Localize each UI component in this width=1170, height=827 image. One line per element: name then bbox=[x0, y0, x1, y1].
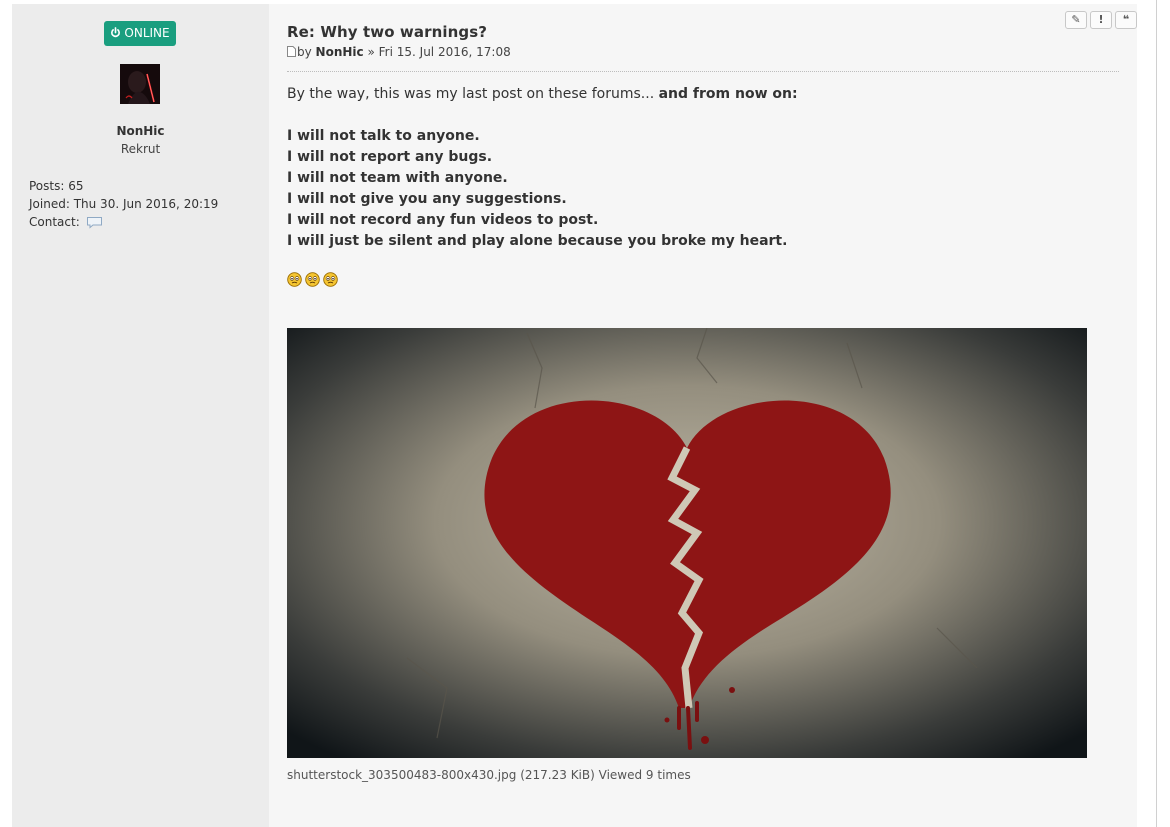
quote-icon: ❝ bbox=[1122, 13, 1130, 26]
profile-username[interactable]: NonHic bbox=[12, 124, 269, 138]
content-line: I will not record any fun videos to post… bbox=[287, 212, 599, 228]
report-button[interactable]: ! bbox=[1090, 11, 1112, 29]
joined-label: Joined: bbox=[29, 197, 70, 211]
attachment-filename[interactable]: shutterstock_303500483-800x430.jpg bbox=[287, 768, 516, 782]
posts-value[interactable]: 65 bbox=[68, 179, 83, 193]
quote-button[interactable]: ❝ bbox=[1115, 11, 1137, 29]
avatar-image bbox=[120, 64, 160, 104]
intro-bold: and from now on: bbox=[658, 86, 798, 102]
page-edge-divider bbox=[1156, 0, 1157, 827]
post-author-line: by NonHic » Fri 15. Jul 2016, 17:08 bbox=[287, 45, 511, 59]
content-line: I will just be silent and play alone bec… bbox=[287, 233, 788, 249]
attachment-views: Viewed 9 times bbox=[598, 768, 691, 782]
content-line: I will not talk to anyone. bbox=[287, 128, 480, 144]
forum-post: ONLINE NonHic Rekrut Posts: 65 Joined: T… bbox=[12, 4, 1137, 827]
worried-smiley-icon bbox=[323, 272, 338, 287]
post-divider bbox=[287, 71, 1119, 72]
joined-value: Thu 30. Jun 2016, 20:19 bbox=[73, 197, 219, 211]
post-link-icon[interactable] bbox=[287, 46, 296, 57]
intro-plain: By the way, this was my last post on the… bbox=[287, 86, 655, 102]
post-content: By the way, this was my last post on the… bbox=[287, 84, 798, 252]
profile-rank: Rekrut bbox=[120, 142, 161, 156]
edit-button[interactable]: ✎ bbox=[1065, 11, 1087, 29]
post-profile: ONLINE NonHic Rekrut Posts: 65 Joined: T… bbox=[12, 4, 269, 827]
profile-posts: Posts: 65 bbox=[29, 179, 84, 193]
profile-joined: Joined: Thu 30. Jun 2016, 20:19 bbox=[29, 197, 218, 211]
worried-smiley-icon bbox=[287, 272, 302, 287]
attachment-image[interactable] bbox=[287, 328, 1087, 758]
pencil-icon: ✎ bbox=[1071, 13, 1081, 26]
profile-contact: Contact: bbox=[29, 215, 103, 229]
contact-label: Contact: bbox=[29, 215, 80, 229]
content-line: I will not team with anyone. bbox=[287, 170, 508, 186]
speech-bubble-icon[interactable] bbox=[86, 216, 103, 229]
content-line: I will not give you any suggestions. bbox=[287, 191, 567, 207]
attachment-caption: shutterstock_303500483-800x430.jpg (217.… bbox=[287, 768, 691, 782]
online-status-badge: ONLINE bbox=[104, 21, 176, 46]
posts-label: Posts: bbox=[29, 179, 65, 193]
post-title[interactable]: Re: Why two warnings? bbox=[287, 23, 487, 41]
intro-line: By the way, this was my last post on the… bbox=[287, 84, 798, 105]
worried-smiley-icon bbox=[305, 272, 320, 287]
power-icon bbox=[111, 27, 121, 38]
by-prefix: by bbox=[297, 45, 312, 59]
online-status-label: ONLINE bbox=[124, 26, 170, 40]
avatar[interactable] bbox=[120, 64, 160, 104]
attachment-size: (217.23 KiB) bbox=[520, 768, 595, 782]
exclamation-icon: ! bbox=[1098, 13, 1104, 26]
post-author-name[interactable]: NonHic bbox=[316, 45, 364, 59]
smiley-row bbox=[287, 272, 341, 291]
content-line: I will not report any bugs. bbox=[287, 149, 493, 165]
post-actions: ✎ ! ❝ bbox=[1062, 8, 1137, 29]
post-date: Fri 15. Jul 2016, 17:08 bbox=[378, 45, 511, 59]
date-separator: » bbox=[367, 45, 375, 59]
